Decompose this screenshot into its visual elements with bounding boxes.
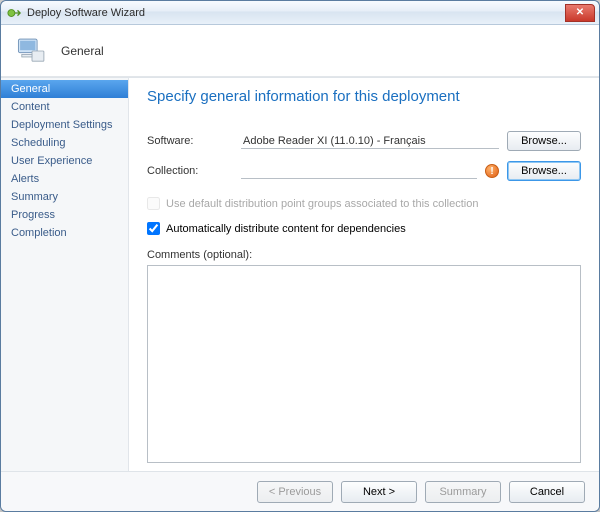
software-browse-button[interactable]: Browse...	[507, 131, 581, 151]
page-title: Specify general information for this dep…	[147, 88, 581, 105]
sidebar-item-scheduling[interactable]: Scheduling	[1, 134, 128, 152]
next-button[interactable]: Next >	[341, 481, 417, 503]
cancel-button[interactable]: Cancel	[509, 481, 585, 503]
comments-textarea[interactable]	[147, 265, 581, 463]
titlebar: Deploy Software Wizard ✕	[1, 1, 599, 25]
comments-label: Comments (optional):	[147, 249, 581, 261]
sidebar: General Content Deployment Settings Sche…	[1, 78, 129, 471]
use-default-row: Use default distribution point groups as…	[147, 197, 581, 210]
sidebar-item-general[interactable]: General	[1, 80, 128, 98]
footer: < Previous Next > Summary Cancel	[1, 471, 599, 511]
window-buttons: ✕	[565, 4, 595, 22]
sidebar-item-summary[interactable]: Summary	[1, 188, 128, 206]
software-row: Software: Browse...	[147, 131, 581, 151]
auto-distribute-checkbox[interactable]	[147, 222, 160, 235]
close-button[interactable]: ✕	[565, 4, 595, 22]
app-icon	[7, 6, 21, 20]
sidebar-item-progress[interactable]: Progress	[1, 206, 128, 224]
window-title: Deploy Software Wizard	[27, 7, 145, 19]
sidebar-item-alerts[interactable]: Alerts	[1, 170, 128, 188]
collection-label: Collection:	[147, 165, 233, 177]
use-default-label: Use default distribution point groups as…	[166, 198, 478, 210]
content-pane: Specify general information for this dep…	[129, 78, 599, 471]
sidebar-item-deployment-settings[interactable]: Deployment Settings	[1, 116, 128, 134]
computer-icon	[15, 34, 49, 68]
use-default-checkbox	[147, 197, 160, 210]
wizard-body: General Content Deployment Settings Sche…	[1, 77, 599, 471]
sidebar-item-completion[interactable]: Completion	[1, 224, 128, 242]
previous-button[interactable]: < Previous	[257, 481, 333, 503]
collection-field[interactable]	[241, 164, 477, 179]
auto-distribute-label: Automatically distribute content for dep…	[166, 223, 406, 235]
software-field[interactable]	[241, 134, 499, 149]
sidebar-item-user-experience[interactable]: User Experience	[1, 152, 128, 170]
summary-button[interactable]: Summary	[425, 481, 501, 503]
collection-browse-button[interactable]: Browse...	[507, 161, 581, 181]
wizard-header: General	[1, 25, 599, 77]
wizard-window: Deploy Software Wizard ✕ General General…	[0, 0, 600, 512]
software-label: Software:	[147, 135, 233, 147]
header-label: General	[61, 44, 104, 58]
sidebar-item-content[interactable]: Content	[1, 98, 128, 116]
auto-distribute-row: Automatically distribute content for dep…	[147, 222, 581, 235]
warning-icon: !	[485, 164, 499, 178]
collection-row: Collection: ! Browse...	[147, 161, 581, 181]
